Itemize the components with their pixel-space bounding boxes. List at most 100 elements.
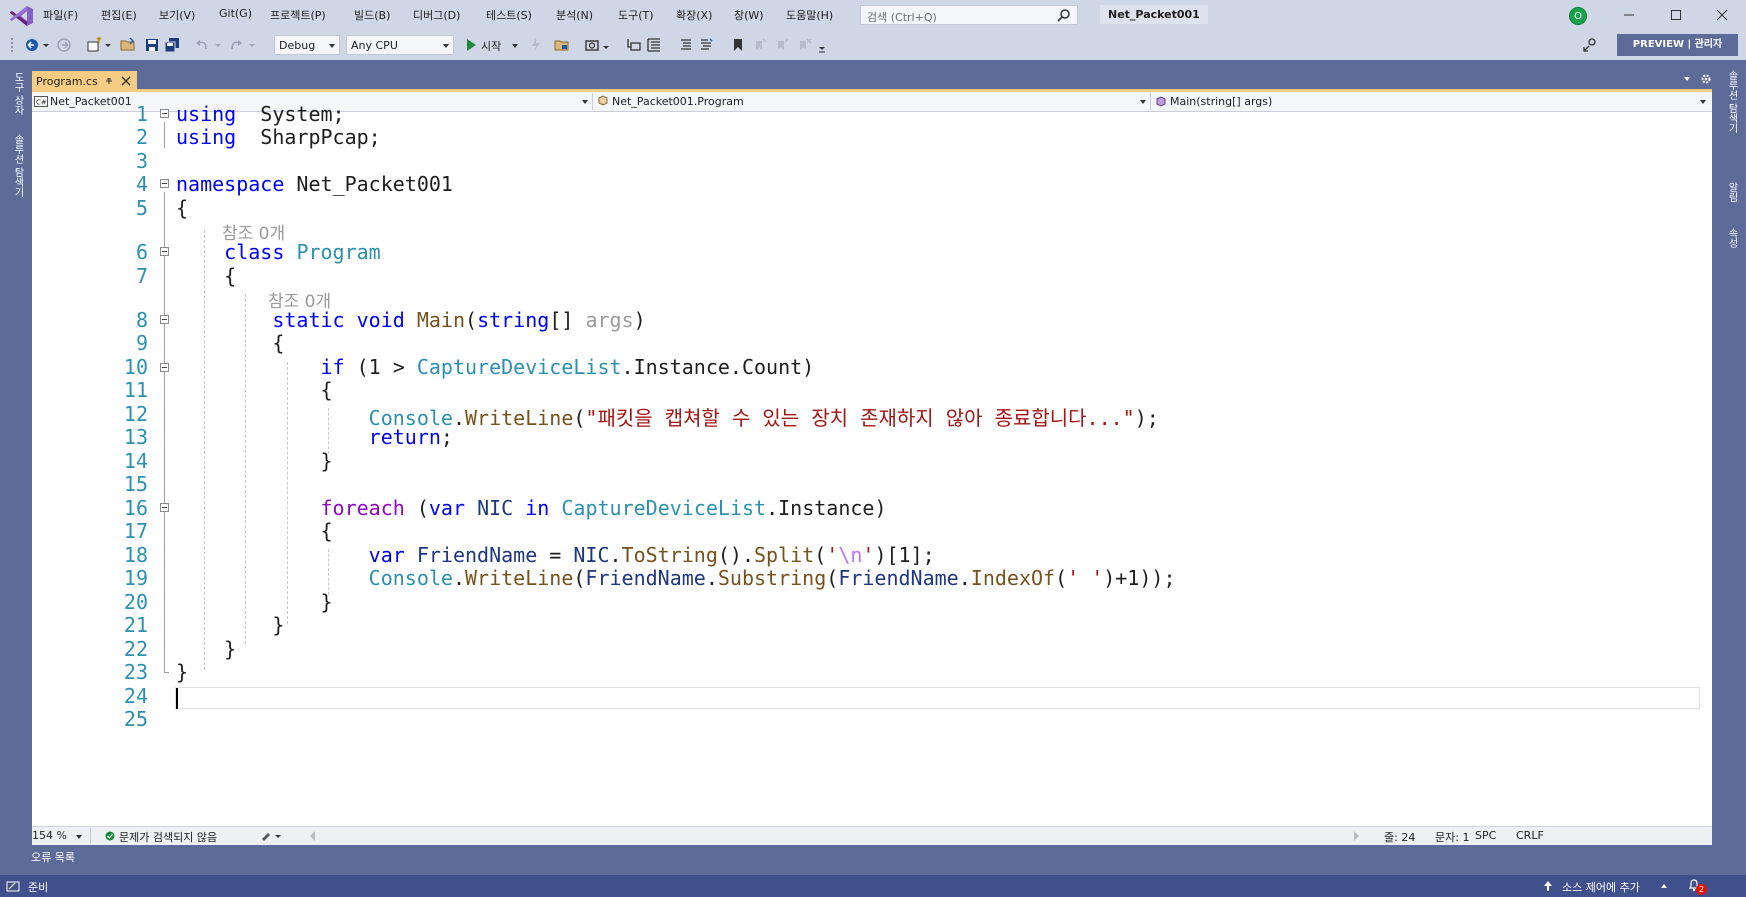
uncomment-icon[interactable] [698,37,714,53]
zoom-dropdown[interactable]: 154 % [32,828,91,844]
menu-test[interactable]: 테스트(S) [486,7,532,23]
status-bar: 준비 소스 제어에 추가 2 [0,875,1746,897]
issues-status[interactable]: 문제가 검색되지 않음 [119,829,217,845]
close-tab-icon[interactable] [121,76,131,86]
code-line: return; [176,425,453,449]
code-token: ( [573,566,586,590]
chevron-down-icon[interactable] [104,37,112,53]
menu-view[interactable]: 보기(V) [159,7,195,23]
search-box[interactable]: 검색 (Ctrl+Q) [860,5,1078,25]
menu-git[interactable]: Git(G) [219,7,252,20]
navigate-back-icon[interactable] [24,37,40,53]
menu-help[interactable]: 도움말(H) [786,7,833,23]
navigate-forward-icon[interactable] [56,37,72,53]
menu-debug[interactable]: 디버그(D) [413,7,460,23]
toolbar-options-icon[interactable] [818,37,826,53]
open-folder-icon[interactable] [120,37,136,53]
bookmark-icon[interactable] [730,37,746,53]
save-icon[interactable] [144,37,160,53]
find-in-files-icon[interactable] [554,37,570,53]
collapse-toggle[interactable] [160,363,169,372]
menu-edit[interactable]: 편집(E) [101,7,137,23]
code-line: namespace Net_Packet001 [176,172,453,196]
notifications-tab[interactable]: 알림 [1724,182,1739,202]
scroll-right-icon[interactable] [1354,831,1359,841]
toolbox-tab[interactable]: 도구 상자 [10,72,25,115]
code-editor[interactable]: 1 2 3 4 5 6 7 8 9 10 11 12 13 14 15 16 1… [32,102,1712,826]
outline-line [164,122,165,148]
code-token: SharpPcap; [236,125,381,149]
toolbar-grip-icon[interactable] [10,37,16,53]
collapse-toggle[interactable] [160,109,169,118]
right-tool-strip: 솔루션 탐색기 알림 속성 [1712,60,1746,845]
maximize-icon[interactable] [1666,6,1686,24]
line-ending[interactable]: CRLF [1516,829,1544,842]
type-dropdown[interactable]: Net_Packet001.Program [594,93,1151,110]
column-position[interactable]: 문자: 1 [1435,829,1469,845]
output-icon[interactable] [6,880,20,892]
live-share-icon[interactable] [1582,37,1598,53]
save-all-icon[interactable] [164,37,180,53]
menu-analyze[interactable]: 분석(N) [556,7,593,23]
clear-bookmarks-icon[interactable] [796,37,812,53]
member-dropdown[interactable]: Main(string[] args) [1152,93,1710,110]
add-to-source-control[interactable]: 소스 제어에 추가 [1562,879,1640,895]
code-token: { [176,519,333,543]
menu-file[interactable]: 파일(F) [43,7,78,23]
solution-configuration-dropdown[interactable]: Debug [274,35,340,55]
menu-tools[interactable]: 도구(T) [618,7,654,23]
visual-studio-logo-icon[interactable] [8,5,34,27]
code-cleanup-icon[interactable] [260,830,282,842]
solution-explorer-right-tab[interactable]: 솔루션 탐색기 [1724,70,1739,133]
menu-window[interactable]: 창(W) [734,7,764,23]
prev-bookmark-icon[interactable] [752,37,768,53]
tab-program-cs[interactable]: Program.cs [32,71,137,91]
menu-project[interactable]: 프로젝트(P) [270,7,326,23]
comment-out-icon[interactable] [678,37,694,53]
chevron-down-icon[interactable] [512,44,518,48]
screenshot-icon[interactable] [584,37,600,53]
new-project-icon[interactable] [86,37,102,53]
code-token: } [176,637,237,661]
redo-icon[interactable] [228,37,244,53]
hot-reload-icon[interactable] [528,37,544,53]
minimize-icon[interactable] [1619,6,1639,24]
outline-icon[interactable] [646,37,662,53]
code-token: "패킷을 캡쳐할 수 있는 장치 존재하지 않아 종료합니다..." [585,406,1135,430]
code-line: if (1 > CaptureDeviceList.Instance.Count… [176,355,815,379]
menu-build[interactable]: 빌드(B) [354,7,390,23]
gear-icon[interactable] [1700,73,1712,85]
solution-platform-dropdown[interactable]: Any CPU [346,35,454,55]
code-token: . [705,566,718,590]
start-debugging-button[interactable]: 시작 [463,35,525,55]
preview-admin-badge[interactable]: PREVIEW | 관리자 [1617,34,1738,56]
tab-list-dropdown-icon[interactable] [1682,74,1692,84]
collapse-toggle[interactable] [160,503,169,512]
chevron-down-icon[interactable] [42,37,50,53]
collapse-toggle[interactable] [160,247,169,256]
properties-tab[interactable]: 속성 [1724,228,1739,248]
whitespace-mode[interactable]: SPC [1475,829,1496,842]
chevron-down-icon[interactable] [248,37,256,53]
pin-icon[interactable] [104,76,114,86]
menu-extensions[interactable]: 확장(X) [676,7,712,23]
code-token: CaptureDeviceList [416,355,622,379]
error-list-tab[interactable]: 오류 목록 [31,849,75,865]
collapse-toggle[interactable] [160,315,169,324]
account-avatar[interactable]: O [1569,7,1587,25]
chevron-down-icon[interactable] [214,37,222,53]
line-position[interactable]: 줄: 24 [1384,829,1415,845]
undo-icon[interactable] [194,37,210,53]
close-icon[interactable] [1712,6,1732,24]
search-icon [1057,9,1070,22]
collapse-toggle[interactable] [160,179,169,188]
scroll-left-icon[interactable] [310,831,315,841]
solution-explorer-tab[interactable]: 솔루션 탐색기 [10,134,25,197]
class-view-icon[interactable] [626,37,642,53]
code-token: )[1]; [874,543,935,567]
next-bookmark-icon[interactable] [774,37,790,53]
line-number: 11 [123,378,148,402]
chevron-down-icon[interactable] [602,37,610,53]
editor-status-strip: 154 % 문제가 검색되지 않음 줄: 24 문자: 1 SPC CRLF [32,826,1712,845]
